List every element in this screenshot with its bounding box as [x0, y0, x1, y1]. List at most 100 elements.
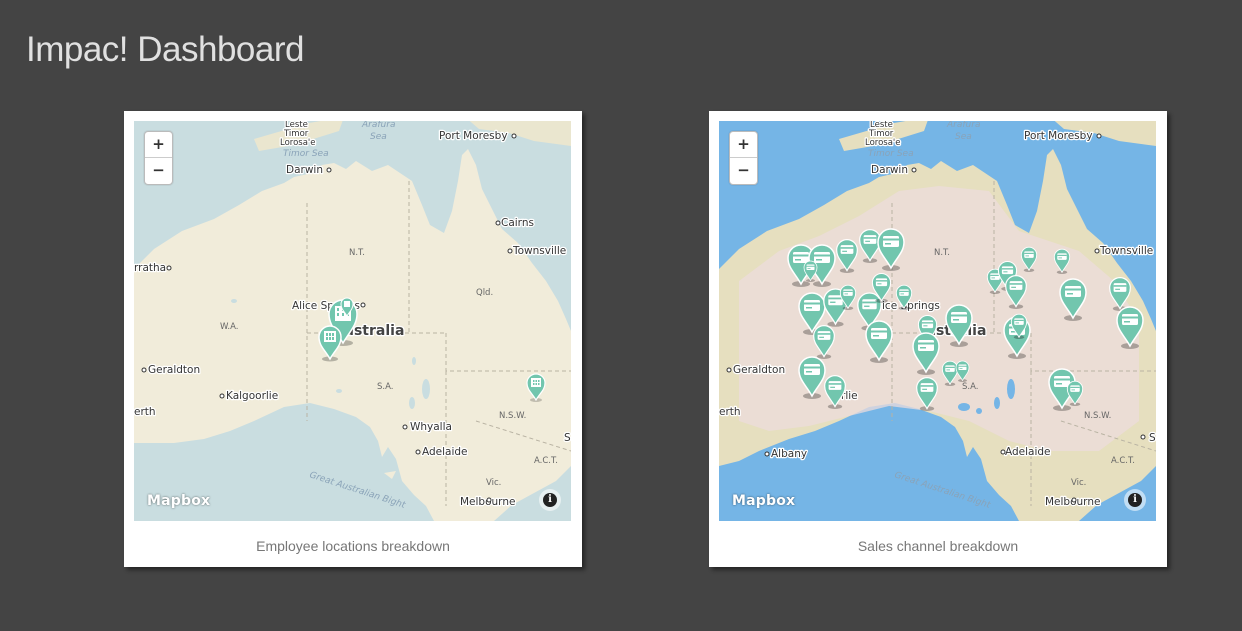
map-marker[interactable]	[1115, 305, 1145, 349]
map-marker[interactable]	[839, 284, 857, 310]
svg-text:Townsville: Townsville	[1099, 245, 1153, 257]
map-marker[interactable]	[955, 360, 970, 382]
map-marker[interactable]	[823, 374, 847, 409]
attribution-info-button[interactable]: i	[1124, 489, 1146, 511]
svg-text:Cairns: Cairns	[501, 217, 534, 229]
credit-card-icon	[843, 289, 853, 296]
svg-text:Whyalla: Whyalla	[410, 421, 452, 433]
map-marker[interactable]	[317, 324, 343, 362]
credit-card-icon	[1001, 265, 1013, 274]
credit-card-icon	[921, 319, 933, 328]
svg-text:Adelaide: Adelaide	[1005, 446, 1051, 458]
zoom-control: + −	[729, 131, 758, 185]
svg-text:W.A.: W.A.	[220, 322, 239, 332]
map-marker[interactable]	[835, 238, 859, 273]
svg-text:Darwin: Darwin	[286, 164, 323, 176]
map-marker[interactable]	[895, 284, 913, 310]
zoom-out-button[interactable]: −	[145, 158, 172, 184]
svg-text:S: S	[1149, 432, 1156, 444]
svg-text:Arafura: Arafura	[946, 121, 980, 130]
svg-text:Lorosa'e: Lorosa'e	[280, 138, 316, 148]
attribution-info-button[interactable]: i	[539, 489, 561, 511]
sales-channel-widget: Leste Timor Lorosa'e Port Moresby Darwin…	[709, 111, 1167, 567]
map-marker[interactable]	[915, 376, 939, 411]
map-marker[interactable]	[1020, 246, 1038, 272]
svg-text:N.S.W.: N.S.W.	[1084, 411, 1111, 421]
map-marker[interactable]	[1058, 277, 1088, 321]
map-marker[interactable]	[871, 272, 892, 303]
credit-card-icon	[899, 289, 909, 296]
svg-text:Timor Sea: Timor Sea	[868, 149, 914, 159]
svg-text:S: S	[564, 432, 571, 444]
credit-card-icon	[958, 364, 966, 370]
employee-locations-map[interactable]: Leste Timor Lorosa'e Port Moresby Darwin…	[134, 121, 571, 521]
credit-card-icon	[1057, 253, 1067, 260]
credit-card-icon	[920, 382, 934, 392]
svg-text:Port Moresby: Port Moresby	[439, 130, 508, 142]
svg-text:Sea: Sea	[955, 132, 972, 142]
credit-card-icon	[875, 277, 887, 286]
map-marker[interactable]	[812, 324, 836, 359]
map-marker[interactable]	[944, 303, 974, 347]
svg-text:A.C.T.: A.C.T.	[1111, 456, 1135, 466]
svg-text:Geraldton: Geraldton	[733, 364, 785, 376]
map-marker[interactable]	[1004, 274, 1028, 309]
svg-text:erth: erth	[134, 406, 156, 418]
credit-card-icon	[840, 244, 854, 254]
credit-card-icon	[945, 365, 955, 372]
info-icon: i	[1128, 493, 1142, 507]
svg-text:rratha: rratha	[134, 262, 166, 274]
svg-text:Lorosa'e: Lorosa'e	[865, 138, 901, 148]
svg-text:A.C.T.: A.C.T.	[534, 456, 558, 466]
credit-card-icon	[804, 300, 820, 311]
map-marker[interactable]	[1066, 380, 1084, 406]
credit-card-icon	[1024, 251, 1034, 258]
svg-text:Geraldton: Geraldton	[148, 364, 200, 376]
mapbox-logo[interactable]: Mapbox	[732, 493, 795, 509]
credit-card-icon	[1113, 282, 1127, 292]
svg-text:Townsville: Townsville	[512, 245, 566, 257]
map-marker[interactable]	[1010, 313, 1028, 339]
credit-card-icon	[828, 380, 842, 390]
credit-card-icon	[918, 340, 934, 351]
map-marker[interactable]	[803, 260, 818, 282]
svg-text:Kalgoorlie: Kalgoorlie	[226, 390, 278, 402]
zoom-in-button[interactable]: +	[730, 132, 757, 158]
credit-card-icon	[1014, 318, 1024, 325]
zoom-in-button[interactable]: +	[145, 132, 172, 158]
zoom-out-button[interactable]: −	[730, 158, 757, 184]
credit-card-icon	[1009, 280, 1023, 290]
credit-card-icon	[806, 264, 814, 270]
building-icon	[324, 331, 336, 342]
credit-card-icon	[951, 312, 967, 323]
svg-text:Qld.: Qld.	[476, 288, 493, 298]
credit-card-icon	[817, 330, 831, 340]
svg-text:erth: erth	[719, 406, 741, 418]
svg-text:Albany: Albany	[771, 448, 807, 460]
map-marker[interactable]	[864, 319, 894, 363]
building-icon	[531, 378, 541, 387]
svg-text:N.T.: N.T.	[934, 248, 950, 258]
svg-text:S.A.: S.A.	[377, 382, 393, 392]
svg-text:Darwin: Darwin	[871, 164, 908, 176]
svg-text:Vic.: Vic.	[486, 478, 501, 488]
map-marker[interactable]	[1053, 248, 1071, 274]
sales-channel-map[interactable]: Leste Timor Lorosa'e Port Moresby Darwin…	[719, 121, 1156, 521]
svg-text:Arafura: Arafura	[361, 121, 395, 130]
map-marker[interactable]	[526, 373, 546, 403]
svg-text:N.S.W.: N.S.W.	[499, 411, 526, 421]
credit-card-icon	[1122, 314, 1138, 325]
svg-text:S.A.: S.A.	[962, 382, 978, 392]
svg-text:Port Moresby: Port Moresby	[1024, 130, 1093, 142]
credit-card-icon	[883, 236, 899, 247]
employee-locations-widget: Leste Timor Lorosa'e Port Moresby Darwin…	[124, 111, 582, 567]
credit-card-icon	[804, 364, 820, 375]
info-icon: i	[543, 493, 557, 507]
map-basemap: Leste Timor Lorosa'e Port Moresby Darwin…	[719, 121, 1156, 521]
map-marker[interactable]	[911, 331, 941, 375]
map-marker[interactable]	[340, 297, 354, 317]
widget-caption: Employee locations breakdown	[256, 538, 450, 554]
credit-card-icon	[1070, 385, 1080, 392]
mapbox-logo[interactable]: Mapbox	[147, 493, 210, 509]
map-marker[interactable]	[876, 227, 906, 271]
